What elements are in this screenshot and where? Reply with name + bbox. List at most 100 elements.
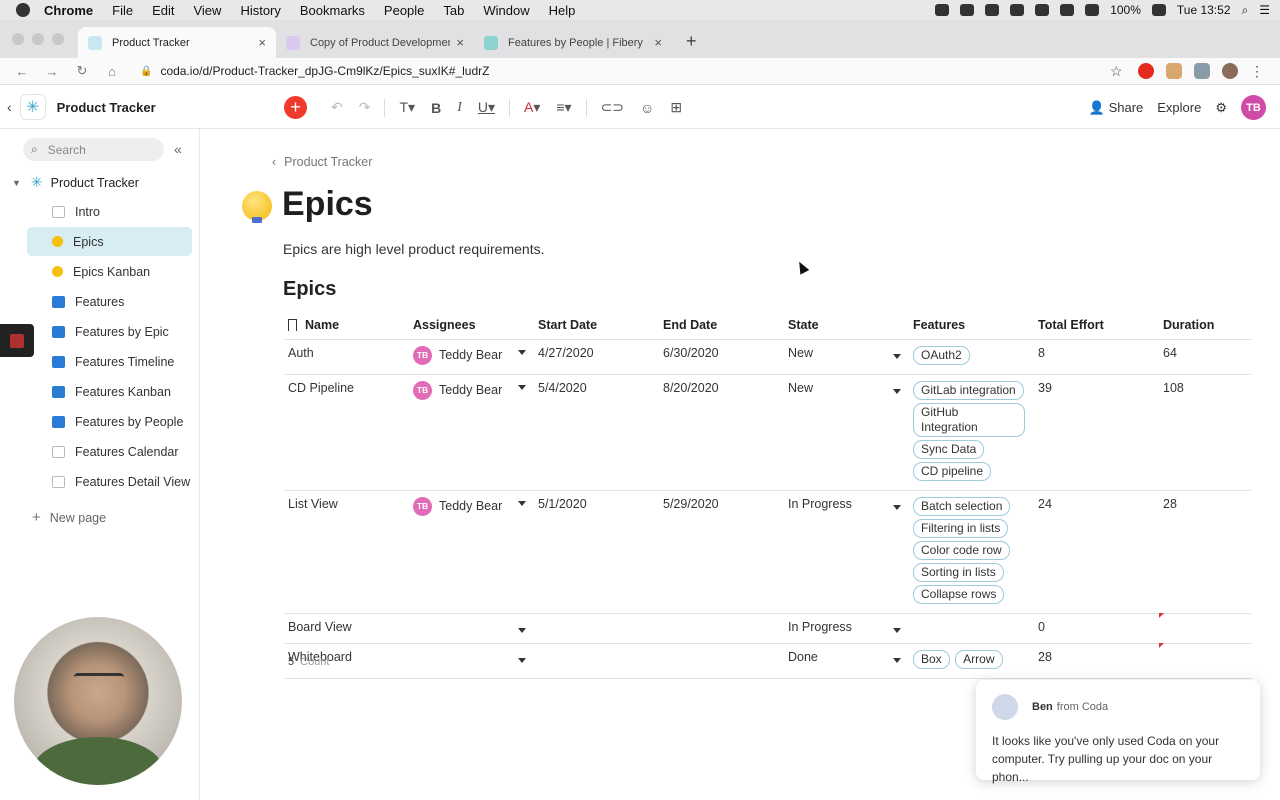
features-cell[interactable]: Box Arrow: [909, 643, 1034, 679]
status-icon[interactable]: [1010, 4, 1025, 16]
duration-cell[interactable]: 108: [1159, 374, 1251, 491]
table-row[interactable]: Board View In Progress 0: [284, 612, 1251, 644]
doc-logo-icon[interactable]: ✳: [19, 94, 46, 120]
home-icon[interactable]: ⌂: [104, 64, 120, 79]
feature-chip[interactable]: Batch selection: [913, 496, 1011, 516]
total-effort-cell[interactable]: 39: [1034, 374, 1159, 491]
sidebar-item-features-calendar[interactable]: Features Calendar: [27, 437, 192, 466]
new-page-button[interactable]: + New page: [32, 509, 106, 526]
end-date-cell[interactable]: 5/29/2020: [659, 490, 784, 614]
name-cell[interactable]: CD Pipeline: [284, 374, 409, 491]
sidebar-item-features-by-people[interactable]: Features by People: [27, 407, 192, 436]
feature-chip[interactable]: GitHub Integration: [913, 402, 1025, 437]
feature-chip[interactable]: Color code row: [913, 540, 1010, 560]
table-heading[interactable]: Epics: [283, 278, 336, 301]
sidebar-item-epics-kanban[interactable]: Epics Kanban: [27, 257, 192, 286]
insert-plus-button[interactable]: +: [284, 96, 307, 119]
align-icon[interactable]: ≡▾: [556, 99, 571, 116]
reload-icon[interactable]: ↻: [74, 63, 90, 79]
assignee-cell[interactable]: TB Teddy Bear: [409, 339, 534, 375]
menu-bookmarks[interactable]: Bookmarks: [300, 3, 365, 18]
state-cell[interactable]: Done: [784, 643, 909, 679]
state-cell[interactable]: New: [784, 374, 909, 491]
features-cell[interactable]: [909, 613, 1034, 644]
duration-cell[interactable]: 28: [1159, 490, 1251, 614]
sidebar-item-epics[interactable]: Epics: [27, 227, 192, 256]
feature-chip[interactable]: CD pipeline: [913, 461, 992, 481]
assignee-cell[interactable]: [409, 643, 534, 679]
chrome-menu-icon[interactable]: ⋮: [1250, 63, 1266, 79]
end-date-cell[interactable]: [659, 643, 784, 679]
column-header[interactable]: Features: [909, 312, 1034, 340]
zoom-window-button[interactable]: [52, 33, 64, 45]
feature-chip[interactable]: Arrow: [955, 649, 1003, 669]
italic-icon[interactable]: I: [457, 100, 462, 116]
column-header[interactable]: Assignees: [409, 312, 534, 340]
start-date-cell[interactable]: 4/27/2020: [534, 339, 659, 375]
page-description[interactable]: Epics are high level product requirement…: [283, 241, 544, 257]
column-header[interactable]: Start Date: [534, 312, 659, 340]
notification-center-icon[interactable]: ☰: [1259, 3, 1270, 17]
menu-history[interactable]: History: [240, 3, 280, 18]
duration-cell[interactable]: [1159, 642, 1251, 679]
settings-gear-icon[interactable]: ⚙: [1215, 100, 1227, 116]
new-tab-icon[interactable]: +: [686, 31, 697, 52]
browser-tab[interactable]: Copy of Product Development ×: [276, 27, 474, 58]
table-row[interactable]: Whiteboard Done Box Arrow 28: [284, 642, 1251, 679]
state-cell[interactable]: In Progress: [784, 490, 909, 614]
end-date-cell[interactable]: 6/30/2020: [659, 339, 784, 375]
total-effort-cell[interactable]: 24: [1034, 490, 1159, 614]
table-row[interactable]: Auth TB Teddy Bear 4/27/2020 6/30/2020 Ne…: [284, 339, 1251, 375]
chat-toast[interactable]: Ben from Coda It looks like you've only …: [976, 680, 1260, 784]
total-effort-cell[interactable]: 28: [1034, 643, 1159, 679]
extension-icon[interactable]: [1138, 63, 1154, 79]
menu-view[interactable]: View: [193, 3, 221, 18]
status-icon[interactable]: [1035, 4, 1050, 16]
page-title[interactable]: Epics: [282, 185, 373, 224]
explore-button[interactable]: Explore: [1157, 100, 1201, 115]
sidebar-item-features[interactable]: Features: [27, 287, 192, 316]
end-date-cell[interactable]: [659, 613, 784, 644]
spotlight-icon[interactable]: ⌕: [1242, 3, 1249, 18]
bookmark-star-icon[interactable]: ☆: [1110, 63, 1126, 79]
clock[interactable]: Tue 13:52: [1177, 3, 1231, 17]
status-icon[interactable]: [960, 4, 975, 16]
column-header[interactable]: State: [784, 312, 909, 340]
name-cell[interactable]: List View: [284, 490, 409, 614]
chevron-down-icon[interactable]: [518, 500, 526, 506]
battery-icon[interactable]: [1151, 4, 1166, 16]
browser-tab[interactable]: Product Tracker ×: [78, 27, 276, 58]
status-icon[interactable]: [1060, 4, 1075, 16]
state-cell[interactable]: In Progress: [784, 613, 909, 644]
sidebar-item-features-detail-view[interactable]: Features Detail View: [27, 467, 192, 496]
start-date-cell[interactable]: 5/1/2020: [534, 490, 659, 614]
feature-chip[interactable]: Sorting in lists: [913, 562, 1004, 582]
menu-help[interactable]: Help: [549, 3, 576, 18]
extension-icon[interactable]: [1166, 63, 1182, 79]
features-cell[interactable]: Batch selection Filtering in lists Color…: [909, 490, 1034, 614]
wifi-icon[interactable]: [1085, 4, 1100, 16]
forward-icon[interactable]: →: [44, 64, 60, 79]
undo-icon[interactable]: ↶: [331, 99, 343, 116]
assignee-cell[interactable]: TB Teddy Bear: [409, 490, 534, 614]
start-date-cell[interactable]: [534, 643, 659, 679]
chevron-down-icon[interactable]: [518, 627, 526, 633]
menu-file[interactable]: File: [112, 3, 133, 18]
menu-people[interactable]: People: [384, 3, 424, 18]
link-icon[interactable]: ⊂⊃: [601, 99, 624, 116]
breadcrumb[interactable]: ‹ Product Tracker: [272, 155, 372, 169]
feature-chip[interactable]: Collapse rows: [913, 584, 1005, 604]
bold-icon[interactable]: B: [431, 100, 441, 116]
status-icon[interactable]: [935, 4, 950, 16]
close-tab-icon[interactable]: ×: [258, 35, 266, 50]
column-header[interactable]: End Date: [659, 312, 784, 340]
chevron-down-icon[interactable]: [518, 657, 526, 663]
feature-chip[interactable]: OAuth2: [913, 345, 970, 365]
assignee-cell[interactable]: TB Teddy Bear: [409, 374, 534, 491]
total-effort-cell[interactable]: 0: [1034, 613, 1159, 644]
table-row[interactable]: CD Pipeline TB Teddy Bear 5/4/2020 8/20/2…: [284, 374, 1251, 491]
features-cell[interactable]: GitLab integration GitHub Integration Sy…: [909, 374, 1034, 491]
collapse-sidebar-icon[interactable]: «: [174, 141, 182, 157]
status-icon[interactable]: [985, 4, 1000, 16]
chevron-down-icon[interactable]: [893, 657, 901, 663]
